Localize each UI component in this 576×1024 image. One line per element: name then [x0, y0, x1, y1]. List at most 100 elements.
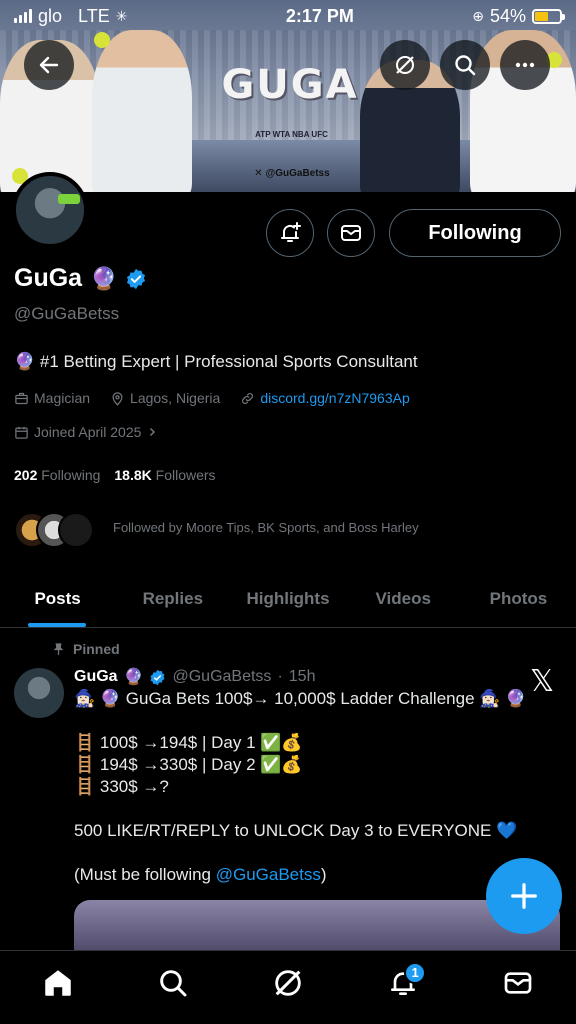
profile-link[interactable]: discord.gg/n7zN7963Ap — [240, 390, 410, 406]
back-button[interactable] — [24, 40, 74, 90]
compose-post-button[interactable] — [486, 858, 562, 934]
battery-icon — [532, 8, 565, 24]
banner-handle-text: @GuGaBetss — [265, 168, 330, 179]
profile-location: Lagos, Nigeria — [110, 390, 220, 406]
more-icon — [515, 62, 535, 68]
nav-messages[interactable] — [493, 958, 543, 1008]
banner-handle: ✕ @GuGaBetss — [254, 168, 330, 179]
more-button[interactable] — [500, 40, 550, 90]
search-icon — [159, 969, 187, 996]
profile-location-text: Lagos, Nigeria — [130, 390, 221, 406]
profile-bio-text: #1 Betting Expert | Professional Sports … — [39, 352, 418, 371]
crystal-ball-icon: 🔮 — [14, 352, 36, 371]
post-time[interactable]: 15h — [289, 668, 316, 686]
profile-category: Magician — [14, 390, 90, 406]
profile-category-text: Magician — [34, 390, 91, 406]
search-icon — [455, 55, 476, 76]
nav-grok[interactable] — [263, 958, 313, 1008]
nav-home[interactable] — [33, 958, 83, 1008]
verified-badge-icon — [150, 669, 165, 685]
home-icon — [44, 969, 71, 996]
status-right: ⊕ 54% — [472, 5, 565, 27]
profile-bio: 🔮 #1 Betting Expert | Professional Sport… — [14, 352, 418, 372]
envelope-icon — [505, 971, 532, 994]
status-left: glo LTE ✳ — [14, 6, 127, 27]
signal-icon — [14, 9, 32, 23]
carrier-label: glo — [38, 5, 63, 26]
post-header: GuGa 🔮 @GuGaBetss · 15h — [74, 667, 315, 687]
crystal-ball-icon: 🔮 — [123, 669, 144, 686]
briefcase-icon — [15, 392, 28, 404]
profile-avatar[interactable] — [12, 172, 88, 248]
pin-icon — [53, 642, 64, 655]
tab-posts[interactable]: Posts — [0, 570, 115, 627]
pinned-label: Pinned — [52, 641, 120, 657]
grok-button[interactable] — [380, 40, 430, 90]
profile-handle: @GuGaBetss — [14, 304, 120, 323]
status-bar: glo LTE ✳ 2:17 PM ⊕ 54% — [0, 0, 576, 32]
banner-player — [92, 30, 192, 192]
bottom-navigation: 1 — [0, 950, 576, 1024]
post-spacer — [74, 710, 554, 732]
calendar-icon — [15, 426, 28, 439]
plus-icon — [511, 883, 537, 909]
link-icon — [242, 392, 254, 404]
profile-joined[interactable]: Joined April 2025 — [14, 424, 158, 440]
loading-icon: ✳ — [115, 7, 128, 24]
pinned-label-text: Pinned — [73, 641, 120, 657]
profile-link-text[interactable]: discord.gg/n7zN7963Ap — [260, 390, 409, 406]
followed-by-avatars[interactable] — [14, 512, 94, 550]
post-spacer — [74, 842, 554, 864]
post-title: 🧙🏻‍♀️ 🔮 GuGa Bets 100$→ 10,000$ Ladder C… — [74, 689, 527, 708]
post-author-handle[interactable]: @GuGaBetss — [172, 668, 271, 686]
following-count: 202 — [14, 467, 38, 483]
nav-search[interactable] — [148, 958, 198, 1008]
following-button[interactable]: Following — [389, 209, 561, 257]
bell-plus-icon — [281, 222, 301, 242]
chevron-right-icon — [150, 427, 156, 437]
grok-icon — [275, 969, 301, 996]
banner-brand-logo: GUGA — [221, 62, 359, 108]
post-author-name[interactable]: GuGa — [74, 668, 118, 686]
following-label: Following — [41, 467, 101, 483]
notify-button[interactable] — [266, 209, 314, 257]
battery-percent: 54% — [489, 5, 526, 26]
followed-by-text[interactable]: Followed by Moore Tips, BK Sports, and B… — [113, 520, 419, 535]
tab-photos[interactable]: Photos — [461, 570, 576, 627]
message-button[interactable] — [327, 209, 375, 257]
post-dot-separator: · — [277, 668, 283, 685]
post-follow-note: (Must be following @GuGaBetss) — [74, 864, 554, 886]
crystal-ball-icon: 🔮 — [90, 265, 118, 291]
profile-name-text: GuGa — [14, 264, 83, 292]
tab-videos[interactable]: Videos — [346, 570, 461, 627]
post-line: 🪜 100$ →194$ | Day 1 ✅💰 — [74, 733, 303, 752]
nav-notifications[interactable]: 1 — [378, 958, 428, 1008]
orientation-lock-icon: ⊕ — [472, 7, 484, 24]
tab-replies[interactable]: Replies — [115, 570, 230, 627]
profile-name: GuGa 🔮 — [14, 264, 147, 293]
arrow-left-icon — [39, 56, 59, 74]
avatar — [58, 512, 94, 548]
location-pin-icon — [112, 391, 123, 406]
status-time: 2:17 PM — [285, 5, 354, 26]
notification-badge: 1 — [404, 961, 427, 984]
post-mention[interactable]: @GuGaBetss — [216, 865, 321, 884]
tennis-ball-icon — [94, 32, 110, 48]
post-text[interactable]: 🧙🏻‍♀️ 🔮 GuGa Bets 100$→ 10,000$ Ladder C… — [74, 688, 554, 886]
post-follow-note-prefix: (Must be following — [74, 865, 216, 884]
post-author-avatar[interactable] — [14, 668, 64, 718]
search-button[interactable] — [440, 40, 490, 90]
tab-highlights[interactable]: Highlights — [230, 570, 345, 627]
post-line: 🪜 194$ →330$ | Day 2 ✅💰 — [74, 755, 303, 774]
followers-count: 18.8K — [114, 467, 152, 483]
profile-meta: Magician Lagos, Nigeria discord.gg/n7zN7… — [14, 390, 410, 406]
followers-count-link[interactable]: 18.8K Followers — [114, 467, 215, 483]
network-label: LTE — [78, 5, 110, 26]
profile-tabs: Posts Replies Highlights Videos Photos — [0, 570, 576, 628]
post-follow-note-suffix: ) — [320, 865, 327, 884]
verified-badge-icon — [127, 268, 146, 289]
post-line: 🪜 330$ →? — [74, 777, 169, 796]
profile-counts: 202 Following 18.8K Followers — [14, 467, 216, 483]
following-count-link[interactable]: 202 Following — [14, 467, 100, 483]
banner-sponsors: ATP WTA NBA UFC — [255, 130, 328, 139]
